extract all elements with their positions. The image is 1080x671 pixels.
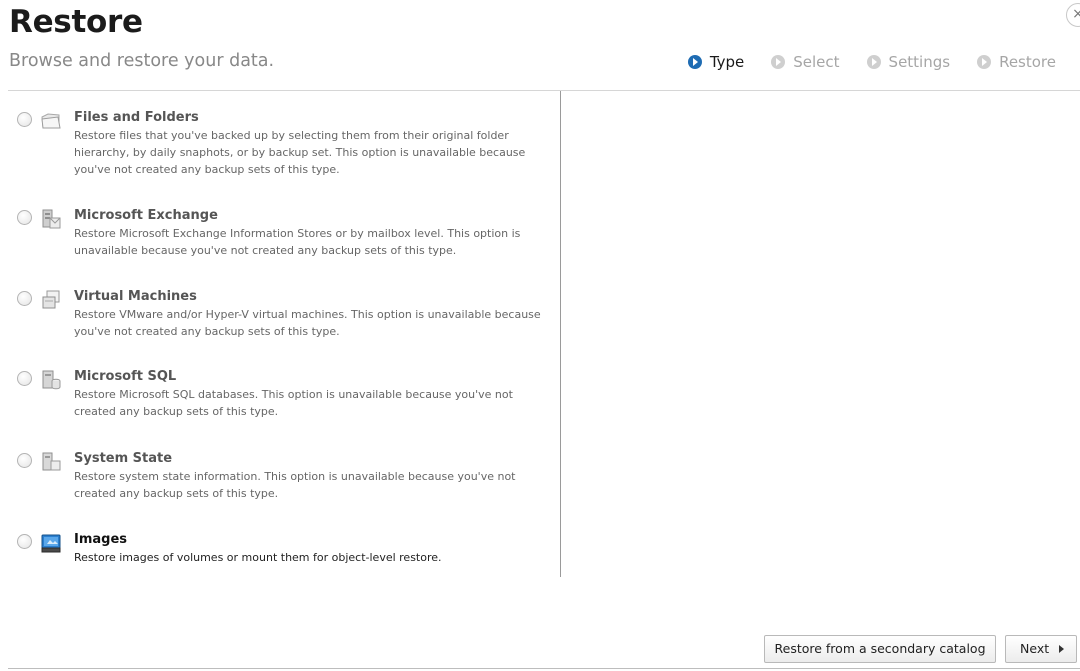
option-title: Microsoft SQL <box>74 369 177 384</box>
option-description: Restore files that you've backed up by s… <box>74 129 526 176</box>
disk-image-icon <box>41 534 61 553</box>
next-button[interactable]: Next <box>1005 635 1077 663</box>
step-label: Select <box>793 53 840 71</box>
step-restore: Restore <box>977 53 1056 71</box>
option-description: Restore system state information. This o… <box>74 470 516 500</box>
page-subtitle: Browse and restore your data. <box>9 51 275 71</box>
button-label: Next <box>1020 641 1050 656</box>
exchange-server-icon <box>42 209 61 229</box>
step-settings: Settings <box>866 53 951 71</box>
step-select: Select <box>771 53 840 71</box>
option-title: Microsoft Exchange <box>74 208 218 223</box>
sql-server-icon <box>42 370 61 390</box>
close-icon[interactable]: × <box>1066 3 1080 27</box>
step-label: Settings <box>888 53 951 71</box>
page-title: Restore <box>9 4 143 40</box>
step-arrow-icon <box>977 55 992 69</box>
virtual-machine-icon <box>42 290 60 309</box>
step-arrow-icon <box>687 55 702 69</box>
option-radio[interactable] <box>17 112 32 127</box>
step-arrow-icon <box>866 55 881 69</box>
option-radio[interactable] <box>17 534 32 549</box>
option-description: Restore Microsoft SQL databases. This op… <box>74 388 513 418</box>
option-radio[interactable] <box>17 371 32 386</box>
pane-divider <box>560 91 561 577</box>
option-radio[interactable] <box>17 291 32 306</box>
header-divider <box>8 90 1080 91</box>
footer-divider <box>8 668 1080 669</box>
option-title: System State <box>74 451 173 466</box>
button-label: Restore from a secondary catalog <box>774 641 986 656</box>
step-label: Restore <box>999 53 1056 71</box>
step-arrow-icon <box>771 55 786 69</box>
option-radio[interactable] <box>17 210 32 225</box>
restore-from-secondary-catalog-button[interactable]: Restore from a secondary catalog <box>764 635 996 663</box>
option-title: Virtual Machines <box>74 289 197 304</box>
option-description: Restore VMware and/or Hyper-V virtual ma… <box>74 308 541 338</box>
option-title: Files and Folders <box>74 110 199 125</box>
step-type: Type <box>687 53 745 71</box>
system-state-icon <box>42 452 61 471</box>
option-description: Restore images of volumes or mount them … <box>74 551 442 564</box>
step-label: Type <box>709 53 745 71</box>
option-radio[interactable] <box>17 453 32 468</box>
wizard-steps: Type Select Settings Restore <box>687 53 1056 71</box>
folder-icon <box>41 113 61 129</box>
option-title: Images <box>74 532 128 547</box>
option-description: Restore Microsoft Exchange Information S… <box>74 227 521 257</box>
chevron-right-icon <box>1059 645 1064 653</box>
